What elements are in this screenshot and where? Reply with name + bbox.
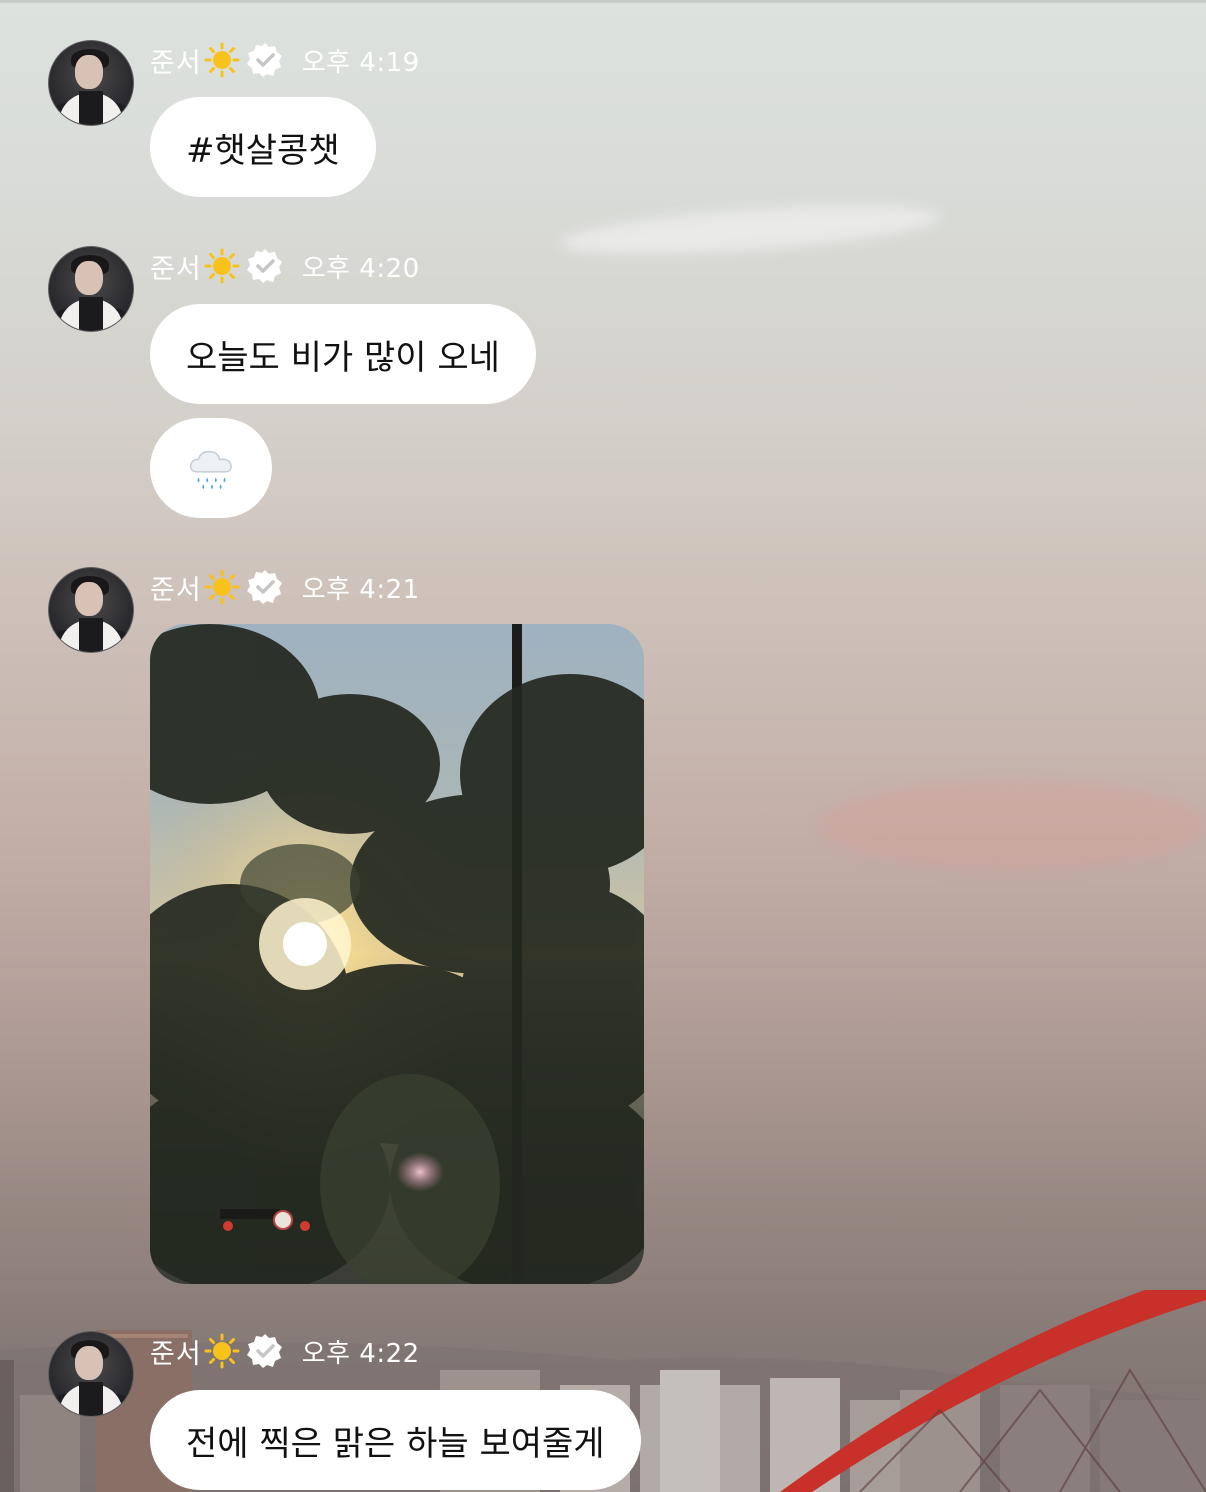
chat-screen: 준서 오후 4:19 #햇살콩챗 준서 오후 4:20 오늘도 비가 많이 오네…: [0, 0, 1206, 1492]
message-text: 전에 찍은 맑은 하늘 보여줄게: [186, 1423, 605, 1464]
sender-avatar[interactable]: [48, 40, 134, 126]
message-time: 오후 4:19: [301, 47, 420, 78]
message-time: 오후 4:22: [301, 1338, 420, 1369]
sun-icon: [204, 42, 240, 78]
message-bubble[interactable]: 전에 찍은 맑은 하늘 보여줄게: [150, 1390, 641, 1490]
message-time: 오후 4:21: [301, 574, 420, 605]
sun-icon: [204, 1333, 240, 1369]
message-meta: 준서 오후 4:21: [150, 567, 420, 607]
sun-icon: [204, 569, 240, 605]
sender-avatar[interactable]: [48, 567, 134, 653]
photo-content: [150, 624, 644, 1284]
message-time: 오후 4:20: [301, 253, 420, 284]
sender-name: 준서: [150, 1338, 202, 1370]
background-cloud: [559, 196, 941, 264]
emoji-bubble[interactable]: [150, 418, 272, 518]
message-meta: 준서 오후 4:22: [150, 1331, 420, 1371]
sender-name: 준서: [150, 253, 202, 285]
verified-badge-icon: [246, 249, 282, 283]
sunset-trees-photo[interactable]: [150, 624, 644, 1284]
sender-avatar[interactable]: [48, 1331, 134, 1417]
top-divider: [0, 0, 1206, 3]
verified-badge-icon: [246, 570, 282, 604]
verified-badge-icon: [246, 1334, 282, 1368]
message-bubble[interactable]: 오늘도 비가 많이 오네: [150, 304, 536, 404]
sender-name: 준서: [150, 574, 202, 606]
verified-badge-icon: [246, 43, 282, 77]
message-text: #햇살콩챗: [186, 130, 340, 171]
sender-avatar[interactable]: [48, 246, 134, 332]
background-cloud: [820, 780, 1206, 870]
sender-name: 준서: [150, 47, 202, 79]
sun-icon: [204, 248, 240, 284]
message-bubble[interactable]: #햇살콩챗: [150, 97, 376, 197]
message-meta: 준서 오후 4:19: [150, 40, 420, 80]
message-text: 오늘도 비가 많이 오네: [186, 337, 500, 378]
rain-cloud-icon: [189, 450, 232, 490]
message-meta: 준서 오후 4:20: [150, 246, 420, 286]
